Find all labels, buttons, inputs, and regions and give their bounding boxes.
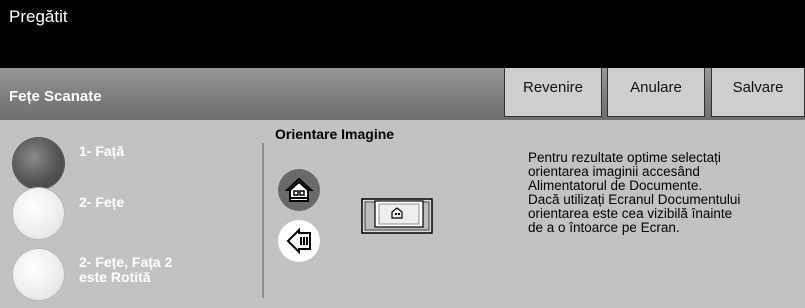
back-button[interactable]: Revenire	[504, 68, 602, 117]
status-message: Pregătit	[9, 7, 68, 26]
label-line: 1- Față	[79, 143, 125, 159]
panel-divider	[262, 143, 264, 298]
radio-two-sided-rotated[interactable]	[13, 249, 64, 300]
help-line: Alimentatorul de Documente.	[528, 178, 703, 193]
help-line: orientarea este cea vizibilă înainte	[528, 206, 733, 221]
status-bar: Pregătit	[0, 0, 805, 68]
help-line: Pentru rezultate optime selectați	[528, 150, 721, 165]
sideways-house-icon	[286, 227, 311, 255]
help-line: de a o întoarce pe Ecran.	[528, 220, 680, 235]
help-line: Dacă utilizați Ecranul Documentului	[528, 192, 741, 207]
cancel-button[interactable]: Anulare	[607, 68, 705, 117]
label-line: este Rotită	[79, 269, 151, 285]
label-two-sided-rotated: 2- Fețe, Fața 2 este Rotită	[79, 255, 239, 285]
label-line: 2- Fețe, Fața 2	[79, 254, 173, 270]
document-feeder-preview-icon	[361, 198, 433, 234]
label-line: 2- Fețe	[79, 194, 125, 210]
orientation-sideways-button[interactable]	[278, 220, 320, 262]
orientation-upright-button[interactable]	[278, 169, 320, 211]
upright-house-icon	[284, 177, 314, 202]
help-line: orientarea imaginii accesând	[528, 164, 700, 179]
label-one-sided: 1- Față	[79, 144, 239, 159]
save-button[interactable]: Salvare	[711, 68, 805, 117]
orientation-title: Orientare Imagine	[275, 126, 395, 142]
radio-two-sided[interactable]	[13, 188, 64, 239]
label-two-sided: 2- Fețe	[79, 195, 239, 210]
radio-one-sided[interactable]	[13, 138, 64, 189]
help-text: Pentru rezultate optime selectați orient…	[528, 151, 798, 235]
page-title: Fețe Scanate	[9, 88, 102, 105]
